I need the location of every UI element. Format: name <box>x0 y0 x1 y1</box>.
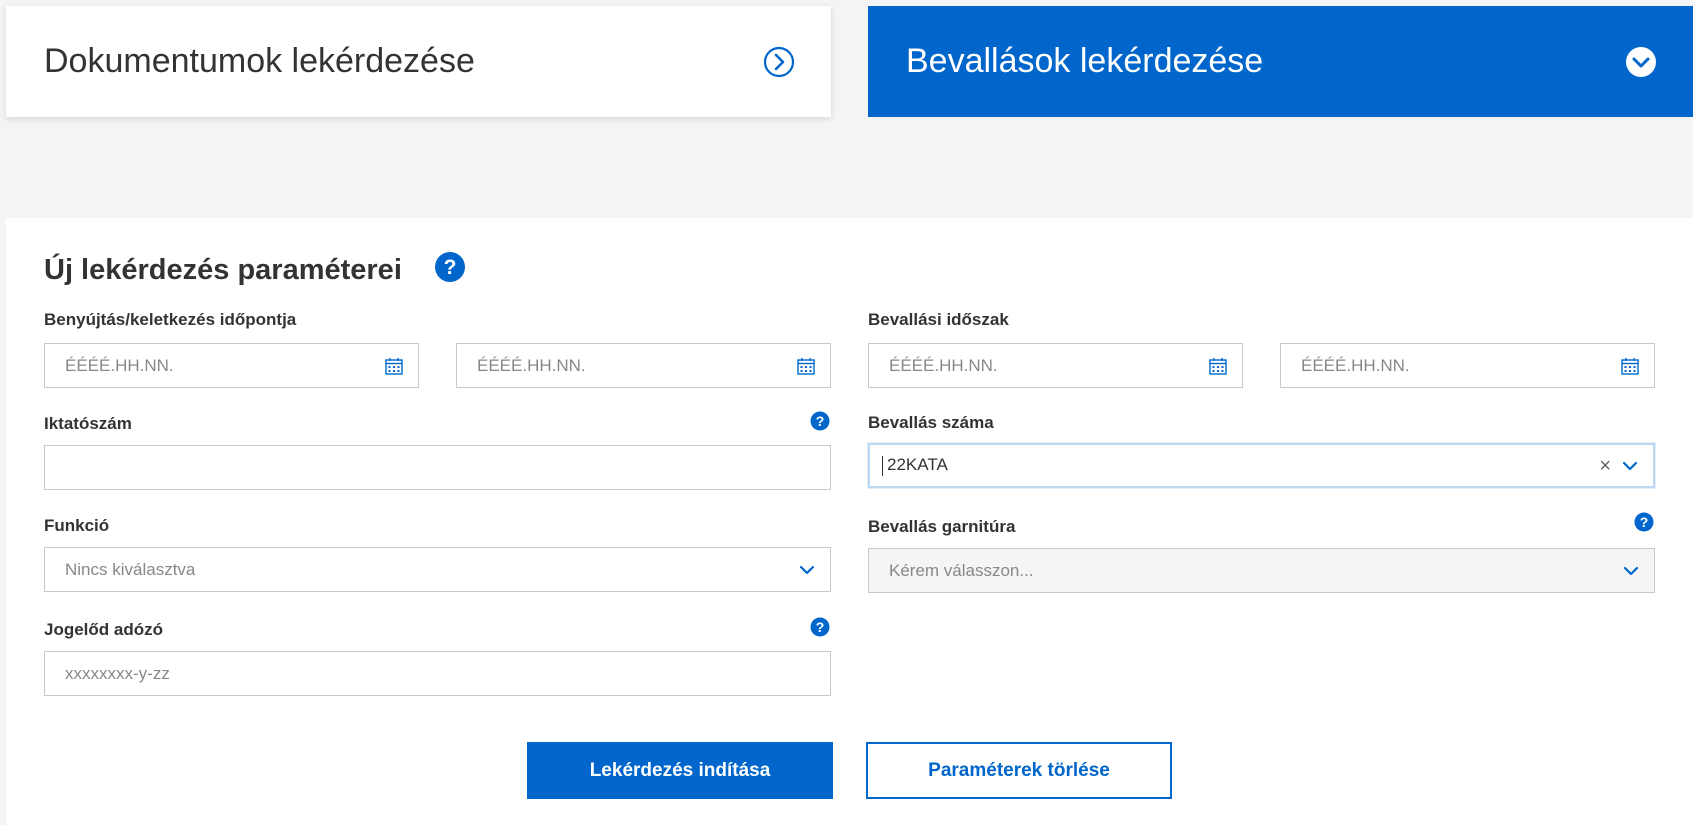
form-title: Új lekérdezés paraméterei <box>44 254 402 286</box>
chevron-down-icon[interactable] <box>1622 562 1640 580</box>
start-query-button[interactable]: Lekérdezés indítása <box>527 742 833 799</box>
submission-date-label: Benyújtás/keletkezés időpontja <box>44 310 297 329</box>
help-icon[interactable]: ? <box>810 617 830 637</box>
submission-date-to-field[interactable]: ÉÉÉÉ.HH.NN. <box>456 343 831 388</box>
function-placeholder: Nincs kiválasztva <box>65 559 196 579</box>
return-number-value: 22KATA <box>887 455 948 475</box>
chevron-right-circle-icon <box>763 46 795 78</box>
svg-text:?: ? <box>816 413 825 429</box>
return-period-from-field[interactable]: ÉÉÉÉ.HH.NN. <box>868 343 1243 388</box>
svg-text:?: ? <box>816 619 825 635</box>
returns-query-tile[interactable]: Bevallások lekérdezése <box>868 6 1693 117</box>
clear-icon[interactable]: × <box>1599 456 1611 476</box>
chevron-down-circle-icon <box>1625 46 1657 78</box>
calendar-icon[interactable] <box>1620 356 1640 376</box>
return-period-from-placeholder: ÉÉÉÉ.HH.NN. <box>889 355 998 375</box>
calendar-icon[interactable] <box>384 356 404 376</box>
query-form-panel: Új lekérdezés paraméterei ? Benyújtás/ke… <box>6 218 1693 825</box>
chevron-down-icon[interactable] <box>798 561 816 579</box>
svg-text:?: ? <box>444 256 457 279</box>
return-set-placeholder: Kérem válasszon... <box>889 560 1034 580</box>
return-set-label: Bevallás garnitúra <box>868 517 1016 536</box>
return-period-label: Bevallási időszak <box>868 310 1009 329</box>
function-label: Funkció <box>44 516 110 535</box>
return-number-select[interactable]: 22KATA × <box>868 443 1655 488</box>
return-period-to-field[interactable]: ÉÉÉÉ.HH.NN. <box>1280 343 1655 388</box>
help-icon[interactable]: ? <box>1634 512 1654 532</box>
predecessor-placeholder: xxxxxxxx-y-zz <box>65 663 170 683</box>
filing-number-label: Iktatószám <box>44 414 132 433</box>
clear-parameters-button[interactable]: Paraméterek törlése <box>866 742 1172 799</box>
help-icon[interactable]: ? <box>434 251 466 283</box>
return-number-label: Bevallás száma <box>868 413 994 432</box>
function-select[interactable]: Nincs kiválasztva <box>44 547 831 592</box>
submission-date-from-field[interactable]: ÉÉÉÉ.HH.NN. <box>44 343 419 388</box>
documents-query-label: Dokumentumok lekérdezése <box>44 42 475 80</box>
returns-query-label: Bevallások lekérdezése <box>906 42 1264 80</box>
return-set-select[interactable]: Kérem válasszon... <box>868 548 1655 593</box>
calendar-icon[interactable] <box>1208 356 1228 376</box>
chevron-down-icon[interactable] <box>1621 457 1639 475</box>
submission-date-to-placeholder: ÉÉÉÉ.HH.NN. <box>477 355 586 375</box>
help-icon[interactable]: ? <box>810 411 830 431</box>
text-cursor <box>882 455 883 476</box>
filing-number-input[interactable] <box>44 445 831 490</box>
calendar-icon[interactable] <box>796 356 816 376</box>
predecessor-label: Jogelőd adózó <box>44 620 163 639</box>
svg-text:?: ? <box>1640 514 1649 530</box>
documents-query-tile[interactable]: Dokumentumok lekérdezése <box>6 6 831 117</box>
submission-date-from-placeholder: ÉÉÉÉ.HH.NN. <box>65 355 174 375</box>
return-period-to-placeholder: ÉÉÉÉ.HH.NN. <box>1301 355 1410 375</box>
predecessor-input[interactable]: xxxxxxxx-y-zz <box>44 651 831 696</box>
